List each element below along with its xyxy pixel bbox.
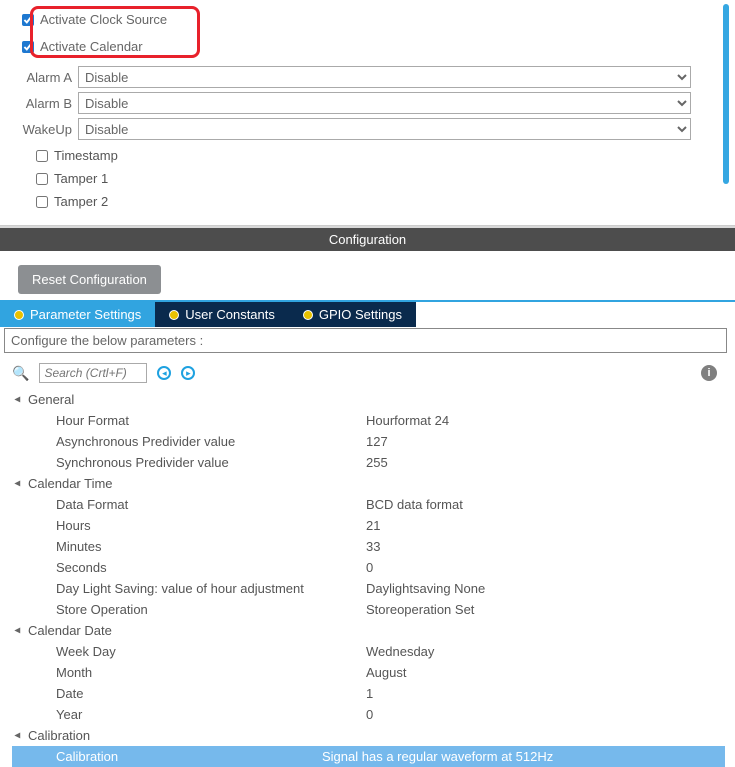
scrollbar-thumb[interactable] (723, 4, 729, 184)
param-date[interactable]: Date1 (12, 683, 725, 704)
alarm-b-select[interactable]: Disable (78, 92, 691, 114)
tab-gpio-settings-label: GPIO Settings (319, 307, 402, 322)
activate-calendar-row: Activate Calendar (8, 39, 727, 54)
wakeup-row: WakeUp Disable (8, 118, 727, 140)
param-data-format[interactable]: Data FormatBCD data format (12, 494, 725, 515)
tamper1-label: Tamper 1 (54, 171, 108, 186)
config-tabs: Parameter Settings User Constants GPIO S… (0, 300, 735, 327)
reset-area: Reset Configuration (0, 251, 735, 300)
chevron-down-icon: ▼ (12, 626, 23, 636)
chevron-down-icon: ▼ (12, 479, 23, 489)
tab-user-constants-label: User Constants (185, 307, 275, 322)
alarm-a-row: Alarm A Disable (8, 66, 727, 88)
group-calendar-date-label: Calendar Date (28, 623, 112, 638)
activate-clock-checkbox[interactable] (22, 14, 34, 26)
prev-match-icon[interactable]: ◂ (157, 366, 171, 380)
tab-indicator-icon (14, 310, 24, 320)
activate-calendar-checkbox[interactable] (22, 41, 34, 53)
param-calibration[interactable]: CalibrationSignal has a regular waveform… (12, 746, 725, 767)
timestamp-label: Timestamp (54, 148, 118, 163)
timestamp-row: Timestamp (8, 148, 727, 163)
param-seconds[interactable]: Seconds0 (12, 557, 725, 578)
tamper2-checkbox[interactable] (36, 196, 48, 208)
tab-indicator-icon (303, 310, 313, 320)
alarm-a-select[interactable]: Disable (78, 66, 691, 88)
param-month[interactable]: MonthAugust (12, 662, 725, 683)
param-year[interactable]: Year0 (12, 704, 725, 725)
param-store-operation[interactable]: Store OperationStoreoperation Set (12, 599, 725, 620)
wakeup-select[interactable]: Disable (78, 118, 691, 140)
search-icon[interactable]: 🔍 (12, 365, 29, 382)
alarm-b-label: Alarm B (22, 96, 78, 111)
search-input[interactable] (39, 363, 147, 383)
tamper1-checkbox[interactable] (36, 173, 48, 185)
group-general-label: General (28, 392, 74, 407)
tamper1-row: Tamper 1 (8, 171, 727, 186)
tamper2-label: Tamper 2 (54, 194, 108, 209)
tab-parameter-settings[interactable]: Parameter Settings (0, 302, 155, 327)
chevron-down-icon: ▼ (12, 731, 23, 741)
alarm-b-row: Alarm B Disable (8, 92, 727, 114)
tamper2-row: Tamper 2 (8, 194, 727, 209)
mode-panel: Activate Clock Source Activate Calendar … (0, 0, 735, 226)
alarm-a-label: Alarm A (22, 70, 78, 85)
parameter-description: Configure the below parameters : (4, 328, 727, 353)
param-sync-predivider[interactable]: Synchronous Predivider value255 (12, 452, 725, 473)
tab-indicator-icon (169, 310, 179, 320)
tab-gpio-settings[interactable]: GPIO Settings (289, 302, 416, 327)
configuration-header: Configuration (0, 226, 735, 251)
reset-configuration-button[interactable]: Reset Configuration (18, 265, 161, 294)
group-calibration[interactable]: ▼ Calibration (12, 725, 725, 746)
param-hours[interactable]: Hours21 (12, 515, 725, 536)
parameter-tree: ▼ General Hour FormatHourformat 24 Async… (0, 389, 735, 767)
param-async-predivider[interactable]: Asynchronous Predivider value127 (12, 431, 725, 452)
param-hour-format[interactable]: Hour FormatHourformat 24 (12, 410, 725, 431)
param-dls[interactable]: Day Light Saving: value of hour adjustme… (12, 578, 725, 599)
param-minutes[interactable]: Minutes33 (12, 536, 725, 557)
activate-calendar-label: Activate Calendar (40, 39, 143, 54)
info-icon[interactable]: i (701, 365, 717, 381)
activate-clock-label: Activate Clock Source (40, 12, 167, 27)
activate-clock-row: Activate Clock Source (8, 12, 727, 27)
wakeup-label: WakeUp (22, 122, 78, 137)
group-calendar-time-label: Calendar Time (28, 476, 113, 491)
tab-parameter-settings-label: Parameter Settings (30, 307, 141, 322)
timestamp-checkbox[interactable] (36, 150, 48, 162)
next-match-icon[interactable]: ▸ (181, 366, 195, 380)
group-calibration-label: Calibration (28, 728, 90, 743)
group-general[interactable]: ▼ General (12, 389, 725, 410)
group-calendar-time[interactable]: ▼ Calendar Time (12, 473, 725, 494)
search-toolbar: 🔍 ◂ ▸ i (0, 353, 735, 389)
tab-user-constants[interactable]: User Constants (155, 302, 289, 327)
group-calendar-date[interactable]: ▼ Calendar Date (12, 620, 725, 641)
param-weekday[interactable]: Week DayWednesday (12, 641, 725, 662)
chevron-down-icon: ▼ (12, 395, 23, 405)
